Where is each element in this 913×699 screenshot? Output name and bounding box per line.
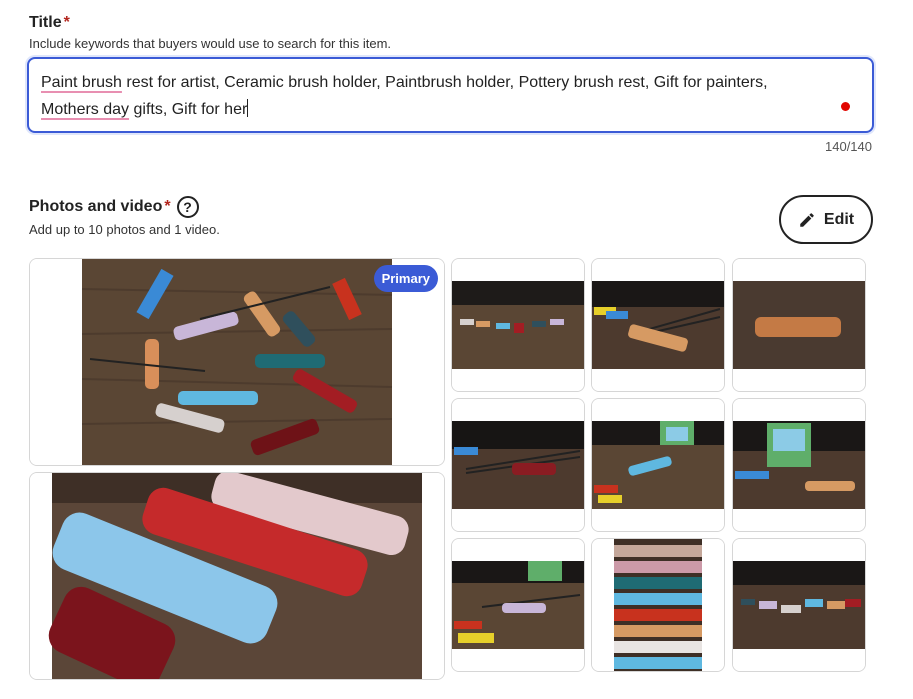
edit-button-label: Edit — [823, 210, 855, 228]
title-label-row: Title * — [29, 14, 70, 32]
edit-button[interactable]: Edit — [779, 195, 873, 244]
photo-image — [733, 259, 865, 391]
photo-thumbnail[interactable] — [451, 538, 585, 672]
photo-thumbnail-primary[interactable]: Primary — [29, 258, 445, 466]
photo-thumbnail[interactable] — [732, 398, 866, 532]
photo-thumbnail[interactable] — [29, 472, 445, 680]
pencil-icon — [800, 212, 814, 227]
title-text: rest for artist, Ceramic brush holder, P… — [121, 74, 768, 91]
photos-hint: Add up to 10 photos and 1 video. — [29, 222, 220, 237]
photos-label-row: Photos and video * ? — [29, 196, 199, 218]
photo-thumbnail[interactable] — [451, 258, 585, 392]
photo-image — [452, 539, 584, 671]
spellcheck-word: Paint brush — [41, 74, 122, 91]
photo-image — [30, 473, 444, 679]
photo-image — [452, 259, 584, 391]
photo-thumbnail[interactable] — [451, 398, 585, 532]
photo-image — [592, 399, 724, 531]
photo-thumbnail[interactable] — [591, 398, 725, 532]
photo-image — [733, 539, 865, 671]
photo-thumbnail[interactable] — [591, 538, 725, 672]
title-text: gifts, Gift for her — [129, 101, 248, 118]
photo-image — [452, 399, 584, 531]
recording-dot-icon — [841, 102, 850, 111]
photos-required-mark: * — [164, 198, 171, 215]
title-hint: Include keywords that buyers would use t… — [29, 36, 392, 51]
photos-label: Photos and video — [29, 198, 163, 215]
char-counter: 140/140 — [825, 139, 872, 154]
text-caret — [247, 99, 249, 117]
title-label: Title — [29, 14, 62, 31]
photo-thumbnail[interactable] — [591, 258, 725, 392]
title-input[interactable]: Paint brush rest for artist, Ceramic bru… — [27, 57, 874, 133]
photo-image — [592, 259, 724, 391]
photo-thumbnail[interactable] — [732, 538, 866, 672]
title-required-mark: * — [63, 14, 70, 31]
question-circle-icon[interactable]: ? — [176, 196, 199, 218]
photo-image — [592, 539, 724, 671]
primary-badge: Primary — [373, 265, 438, 292]
spellcheck-word: Mothers day — [41, 101, 130, 118]
photo-image — [733, 399, 865, 531]
photo-thumbnail[interactable] — [732, 258, 866, 392]
